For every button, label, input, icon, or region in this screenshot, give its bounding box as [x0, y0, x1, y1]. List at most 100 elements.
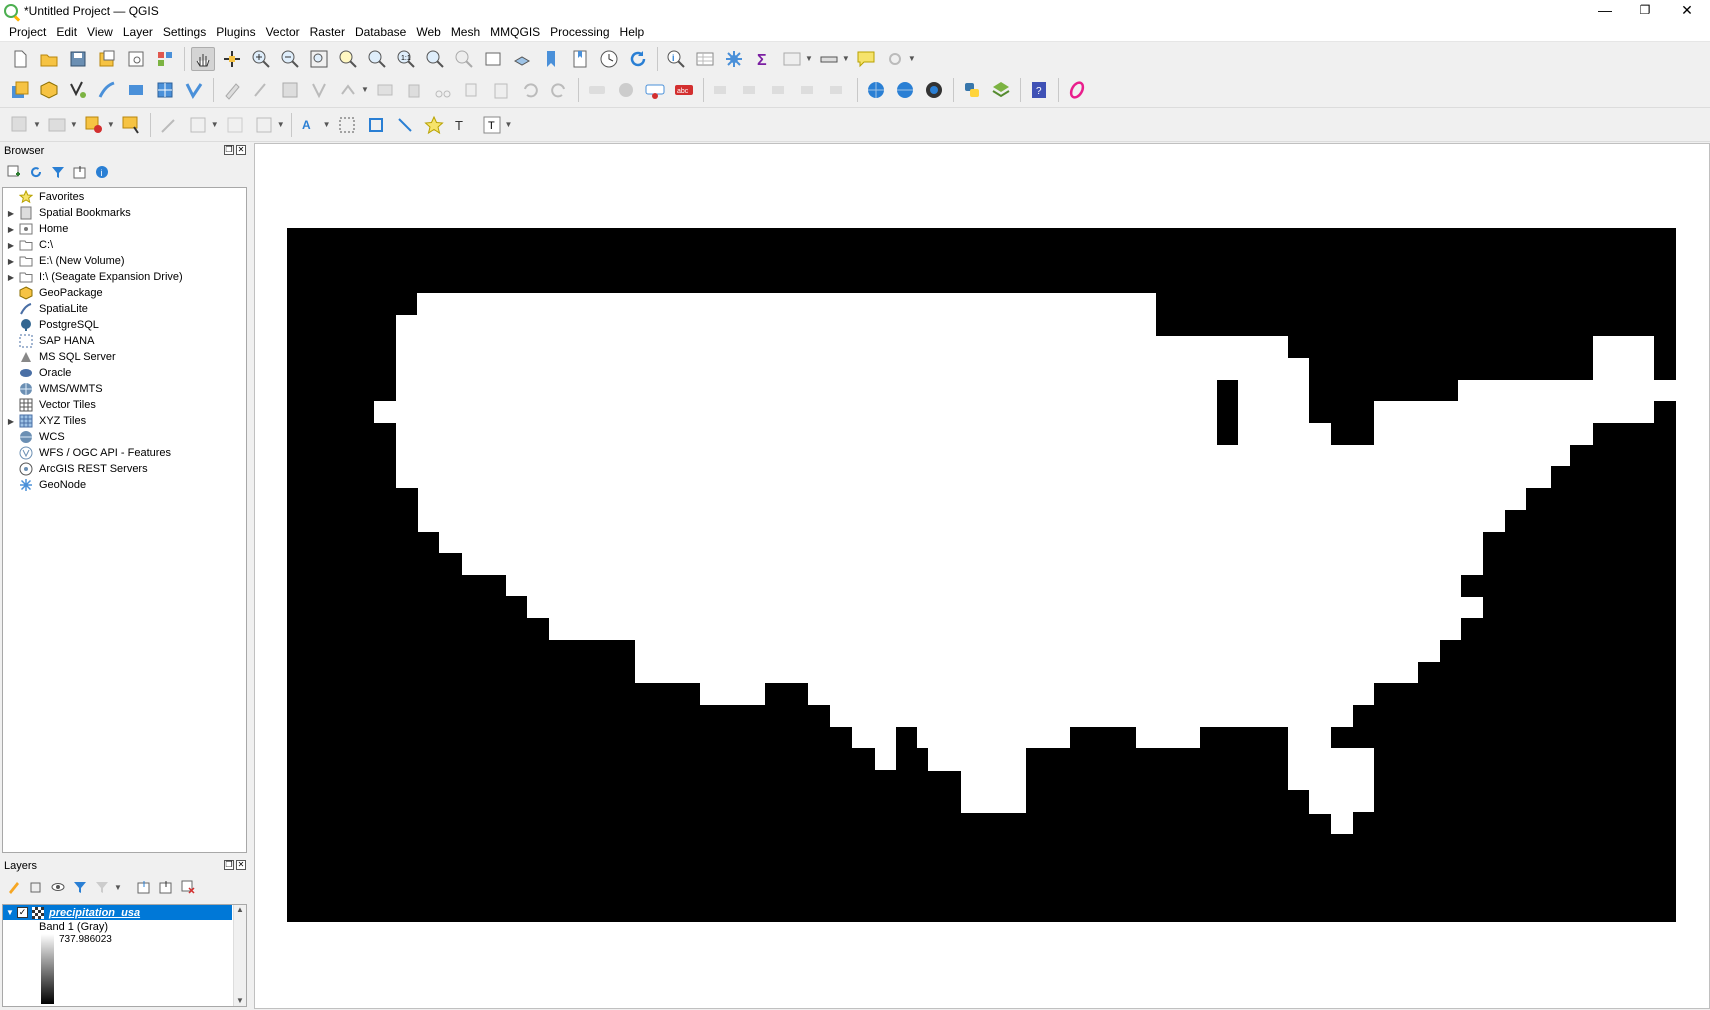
layer-row-precipitation[interactable]: ▼ ✓ precipitation_usa [3, 905, 232, 920]
vertex-tool-icon[interactable] [336, 78, 360, 102]
temporal-controller-icon[interactable] [597, 47, 621, 71]
browser-item-spatial-bookmarks[interactable]: ▶ Spatial Bookmarks [3, 205, 246, 221]
new-3d-map-view-icon[interactable] [510, 47, 534, 71]
zoom-last-icon[interactable] [423, 47, 447, 71]
new-geopackage-layer-icon[interactable] [37, 78, 61, 102]
deselect-all-icon[interactable] [82, 113, 106, 137]
filter-expression-icon[interactable] [94, 879, 110, 895]
change-label-icon[interactable] [826, 78, 850, 102]
save-as-icon[interactable] [95, 47, 119, 71]
expand-arrow-icon[interactable]: ▶ [3, 225, 19, 234]
print-layout-icon[interactable] [124, 47, 148, 71]
redo-icon[interactable] [547, 78, 571, 102]
browser-item-wms[interactable]: WMS/WMTS [3, 381, 246, 397]
new-shapefile-layer-icon[interactable] [66, 78, 90, 102]
map-tips-icon[interactable] [854, 47, 878, 71]
new-map-view-icon[interactable] [481, 47, 505, 71]
attribute-table-dropdown-icon[interactable] [780, 47, 804, 71]
zoom-out-icon[interactable] [278, 47, 302, 71]
open-project-icon[interactable] [37, 47, 61, 71]
zoom-next-icon[interactable] [452, 47, 476, 71]
paste-features-icon[interactable] [489, 78, 513, 102]
select-features-icon[interactable] [8, 113, 32, 137]
layer-styling-icon[interactable] [6, 879, 22, 895]
label-toolbar-icon[interactable] [585, 78, 609, 102]
create-polygon-annotation-icon[interactable] [364, 113, 388, 137]
label-abc-icon[interactable]: abc [672, 78, 696, 102]
menu-vector[interactable]: Vector [261, 22, 305, 42]
filter-browser-icon[interactable] [50, 164, 66, 180]
save-layer-edits-icon[interactable] [278, 78, 302, 102]
diagram-icon[interactable] [614, 78, 638, 102]
browser-item-e-drive[interactable]: ▶ E:\ (New Volume) [3, 253, 246, 269]
browser-item-c-drive[interactable]: ▶ C:\ [3, 237, 246, 253]
browser-item-arcgis[interactable]: ArcGIS REST Servers [3, 461, 246, 477]
menu-edit[interactable]: Edit [51, 22, 82, 42]
menu-mesh[interactable]: Mesh [446, 22, 485, 42]
toggle-editing-icon[interactable] [220, 78, 244, 102]
help-contents-icon[interactable]: ? [1027, 78, 1051, 102]
create-text-annotation-icon[interactable]: T [451, 113, 475, 137]
browser-item-xyz-tiles[interactable]: ▶ XYZ Tiles [3, 413, 246, 429]
menu-view[interactable]: View [82, 22, 118, 42]
layer-labeling-icon[interactable] [643, 78, 667, 102]
properties-icon[interactable]: i [94, 164, 110, 180]
browser-item-spatialite[interactable]: SpatiaLite [3, 301, 246, 317]
locator-icon[interactable] [883, 47, 907, 71]
new-bookmark-icon[interactable] [539, 47, 563, 71]
collapse-arrow-icon[interactable]: ▼ [3, 908, 17, 917]
pin-labels-icon[interactable] [710, 78, 734, 102]
browser-item-geopackage[interactable]: GeoPackage [3, 285, 246, 301]
data-source-manager-icon[interactable] [8, 78, 32, 102]
new-project-icon[interactable] [8, 47, 32, 71]
add-selected-layers-icon[interactable] [6, 164, 22, 180]
browser-item-wfs[interactable]: WFS / OGC API - Features [3, 445, 246, 461]
identify-features-icon[interactable]: i [664, 47, 688, 71]
topology-icon[interactable] [252, 113, 276, 137]
undo-icon[interactable] [518, 78, 542, 102]
close-button[interactable]: ✕ [1664, 0, 1710, 22]
pan-map-icon[interactable] [191, 46, 215, 71]
expand-arrow-icon[interactable]: ▶ [3, 209, 19, 218]
menu-processing[interactable]: Processing [545, 22, 614, 42]
menu-project[interactable]: Project [4, 22, 51, 42]
cut-features-icon[interactable] [431, 78, 455, 102]
remove-layer-icon[interactable] [180, 879, 196, 895]
browser-item-vector-tiles[interactable]: Vector Tiles [3, 397, 246, 413]
toolbox-icon[interactable] [722, 47, 746, 71]
statistics-icon[interactable]: Σ [751, 47, 775, 71]
browser-item-home[interactable]: ▶ Home [3, 221, 246, 237]
menu-web[interactable]: Web [411, 22, 445, 42]
shape-digitizing-icon[interactable] [186, 113, 210, 137]
new-spatialite-layer-icon[interactable] [95, 78, 119, 102]
show-hide-labels-icon[interactable] [739, 78, 763, 102]
zoom-in-icon[interactable] [249, 47, 273, 71]
create-marker-annotation-icon[interactable] [422, 113, 446, 137]
menu-mmqgis[interactable]: MMQGIS [485, 22, 545, 42]
style-manager-icon[interactable] [153, 47, 177, 71]
new-mesh-layer-icon[interactable] [182, 78, 206, 102]
menu-settings[interactable]: Settings [158, 22, 211, 42]
current-edits-icon[interactable] [249, 78, 273, 102]
menu-layer[interactable]: Layer [118, 22, 158, 42]
browser-item-oracle[interactable]: Oracle [3, 365, 246, 381]
expand-arrow-icon[interactable]: ▶ [3, 257, 19, 266]
create-line-annotation-icon[interactable] [393, 113, 417, 137]
select-by-value-icon[interactable] [45, 113, 69, 137]
snapping-icon[interactable] [223, 113, 247, 137]
add-group-icon[interactable] [28, 879, 44, 895]
python-console-icon[interactable] [960, 78, 984, 102]
text-annotation-icon[interactable]: A [298, 113, 322, 137]
filter-legend-icon[interactable] [72, 879, 88, 895]
browser-item-favorites[interactable]: Favorites [3, 189, 246, 205]
close-panel-icon[interactable]: ✕ [236, 145, 246, 155]
manage-map-themes-icon[interactable] [50, 879, 66, 895]
select-annotation-icon[interactable] [335, 113, 359, 137]
expand-arrow-icon[interactable]: ▶ [3, 273, 19, 282]
menu-database[interactable]: Database [350, 22, 411, 42]
browser-item-postgresql[interactable]: PostgreSQL [3, 317, 246, 333]
pan-to-selection-icon[interactable] [220, 47, 244, 71]
show-bookmarks-icon[interactable] [568, 47, 592, 71]
delete-selected-icon[interactable] [402, 78, 426, 102]
measure-line-icon[interactable] [817, 47, 841, 71]
